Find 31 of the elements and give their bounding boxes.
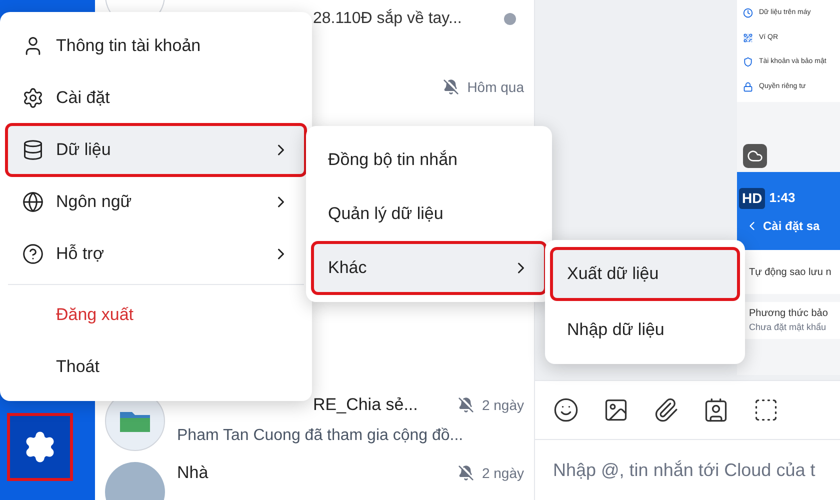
menu-item[interactable]: Khác [314, 244, 544, 292]
settings-row-icon [743, 8, 753, 18]
hd-badge: HD [739, 188, 766, 208]
phone-time: 1:43 [769, 189, 796, 208]
settings-row-icon [743, 32, 753, 43]
settings-row-icon [743, 57, 753, 68]
globe-icon [22, 191, 44, 213]
menu-item[interactable]: Dữ liệu [8, 126, 304, 174]
settings-row-text: Tự động sao lưu n [749, 266, 832, 280]
gear-icon [22, 87, 44, 109]
chat-name: RE_Chia sẻ... [312, 394, 418, 416]
chat-time: Hôm qua [467, 78, 524, 97]
image-icon[interactable] [603, 397, 629, 423]
cloud-app-icon [743, 144, 767, 168]
capture-icon[interactable] [753, 397, 779, 423]
chat-preview: Pham Tan Cuong đã tham gia cộng đồ... [177, 426, 464, 446]
database-icon [22, 139, 44, 161]
paperclip-icon[interactable] [653, 397, 679, 423]
contact-card-icon[interactable] [703, 397, 729, 423]
menu-item[interactable]: Xuất dữ liệu [553, 250, 737, 298]
settings-row-subtext: Chưa đặt mật khẩu [749, 321, 828, 334]
chat-preview: 28.110Đ sắp về tay... [312, 8, 462, 29]
settings-button[interactable] [10, 416, 70, 478]
phone-title: Cài đặt sa [763, 218, 820, 234]
chat-name: Nhà [177, 462, 208, 484]
settings-row-icon [743, 82, 753, 92]
chat-time: 2 ngày [482, 464, 524, 483]
settings-row-text: Phương thức bảo [749, 307, 829, 321]
help-icon [22, 243, 44, 265]
sticker-icon[interactable] [553, 397, 579, 423]
chat-time: 2 ngày [482, 396, 524, 415]
